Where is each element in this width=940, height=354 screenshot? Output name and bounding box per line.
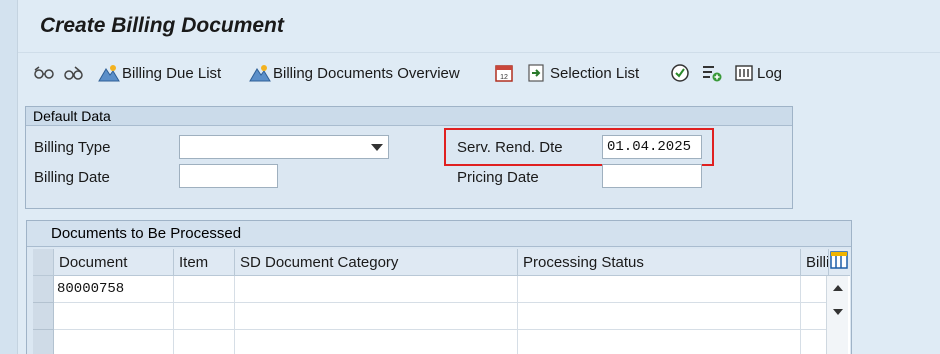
log-icon <box>735 65 753 81</box>
table-cell-processing-status <box>518 276 801 303</box>
table-cell-billing <box>801 276 829 303</box>
row-selector[interactable] <box>33 330 54 354</box>
svg-text:12: 12 <box>500 74 508 81</box>
execute-button[interactable] <box>670 61 690 85</box>
table-cell-billing <box>801 330 829 354</box>
calendar-button[interactable]: 12 <box>494 61 514 85</box>
left-edge <box>0 0 18 354</box>
table-cell-sd-category <box>235 276 518 303</box>
billing-documents-overview-button[interactable]: Billing Documents Overview <box>249 61 460 85</box>
chevron-down-icon[interactable] <box>371 144 383 151</box>
col-document-header[interactable]: Document <box>54 249 174 276</box>
title-bar: Create Billing Document <box>18 0 940 52</box>
table-cell-sd-category <box>235 330 518 354</box>
default-data-title: Default Data <box>26 107 792 126</box>
table-cell-document[interactable]: 80000758 <box>54 276 174 303</box>
billing-type-label: Billing Type <box>34 139 111 156</box>
change-display-button[interactable] <box>63 61 85 85</box>
column-settings-button[interactable] <box>829 249 850 276</box>
billing-type-dropdown[interactable] <box>179 135 389 159</box>
billing-due-list-label: Billing Due List <box>122 64 222 82</box>
mountain-icon <box>98 65 120 82</box>
pricing-date-label: Pricing Date <box>457 169 539 186</box>
table-cell-document[interactable] <box>54 303 174 330</box>
scroll-up-icon[interactable] <box>832 284 844 292</box>
page-title: Create Billing Document <box>40 14 284 37</box>
serv-rend-dte-label: Serv. Rend. Dte <box>457 139 563 156</box>
col-sd-category-header[interactable]: SD Document Category <box>235 249 518 276</box>
table-cell-item[interactable] <box>174 303 235 330</box>
table-cell-document[interactable] <box>54 330 174 354</box>
scroll-down-icon[interactable] <box>832 308 844 316</box>
glasses-icon <box>34 66 54 79</box>
documents-table: Document Item SD Document Category Proce… <box>33 249 850 354</box>
table-settings-icon <box>830 251 848 269</box>
list-add-icon <box>703 66 722 82</box>
display-icon-button[interactable] <box>33 61 55 85</box>
document-number: 80000758 <box>57 281 125 297</box>
row-selector[interactable] <box>33 276 54 303</box>
selection-list-button[interactable]: Selection List <box>526 61 639 85</box>
clock-check-icon <box>671 64 689 82</box>
table-vertical-scrollbar[interactable] <box>826 276 848 354</box>
documents-title: Documents to Be Processed <box>27 221 851 247</box>
billing-date-field[interactable] <box>179 164 278 188</box>
table-cell-sd-category <box>235 303 518 330</box>
col-item-header[interactable]: Item <box>174 249 235 276</box>
table-cell-item[interactable] <box>174 276 235 303</box>
col-processing-status-header[interactable]: Processing Status <box>518 249 801 276</box>
table-cell-item[interactable] <box>174 330 235 354</box>
application-toolbar: Billing Due List Billing Documents Overv… <box>18 52 940 92</box>
selection-list-label: Selection List <box>550 64 640 82</box>
row-selector[interactable] <box>33 303 54 330</box>
glasses-pencil-icon <box>64 66 83 80</box>
selection-list-icon <box>528 64 544 82</box>
table-cell-billing <box>801 303 829 330</box>
serv-rend-dte-field[interactable]: 01.04.2025 <box>602 135 702 159</box>
log-button[interactable]: Log <box>734 61 782 85</box>
add-list-button[interactable] <box>701 61 723 85</box>
billing-documents-overview-label: Billing Documents Overview <box>273 64 460 82</box>
pricing-date-field[interactable] <box>602 164 702 188</box>
col-billing-header[interactable]: Billi <box>801 249 829 276</box>
mountain-icon <box>249 65 271 82</box>
table-cell-processing-status <box>518 303 801 330</box>
calendar-icon: 12 <box>495 65 513 82</box>
billing-due-list-button[interactable]: Billing Due List <box>98 61 221 85</box>
table-cell-processing-status <box>518 330 801 354</box>
log-label: Log <box>757 64 783 82</box>
billing-date-label: Billing Date <box>34 169 110 186</box>
select-all-cell[interactable] <box>33 249 54 276</box>
